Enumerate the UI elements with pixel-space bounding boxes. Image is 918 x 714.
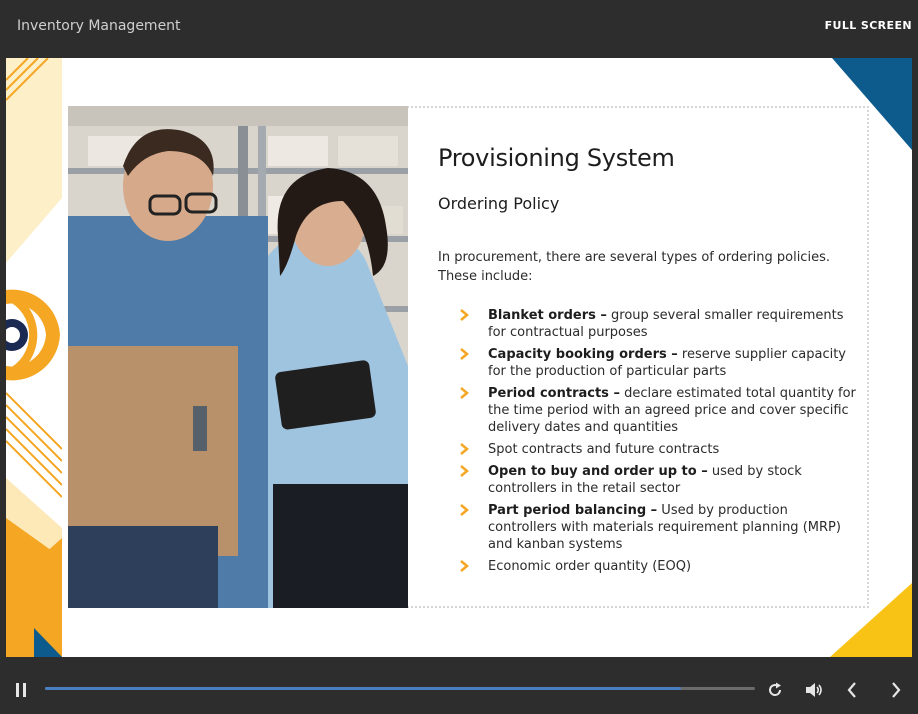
app-title: Inventory Management (17, 18, 181, 34)
progress-bar[interactable] (45, 687, 755, 690)
fullscreen-button[interactable]: FULL SCREEN (825, 19, 912, 32)
slide-subtitle: Ordering Policy (438, 194, 560, 213)
list-item: Capacity booking orders – reserve suppli… (438, 346, 858, 380)
list-item: Spot contracts and future contracts (438, 441, 858, 458)
volume-icon[interactable] (804, 681, 824, 699)
next-icon[interactable] (889, 681, 903, 699)
replay-icon[interactable] (766, 681, 784, 699)
chevron-right-icon (460, 465, 469, 477)
chevron-right-icon (460, 560, 469, 572)
chevron-right-icon (460, 504, 469, 516)
policy-list: Blanket orders – group several smaller r… (438, 307, 858, 575)
chevron-right-icon (460, 443, 469, 455)
pause-icon[interactable] (14, 682, 28, 698)
list-item: Open to buy and order up to – used by st… (438, 463, 858, 497)
warehouse-workers-photo (68, 106, 408, 608)
slide-title: Provisioning System (438, 144, 675, 172)
list-item: Period contracts – declare estimated tot… (438, 385, 858, 436)
chevron-right-icon (460, 309, 469, 321)
top-bar: Inventory Management FULL SCREEN (0, 0, 918, 57)
slide: Provisioning System Ordering Policy In p… (6, 58, 912, 657)
player-controls (0, 666, 918, 714)
list-item: Economic order quantity (EOQ) (438, 558, 858, 575)
chevron-right-icon (460, 387, 469, 399)
list-item: Part period balancing – Used by producti… (438, 502, 858, 553)
progress-fill (45, 687, 682, 690)
list-item: Blanket orders – group several smaller r… (438, 307, 858, 341)
left-decoration (6, 58, 62, 657)
previous-icon[interactable] (845, 681, 859, 699)
chevron-right-icon (460, 348, 469, 360)
slide-content: Provisioning System Ordering Policy In p… (438, 144, 858, 580)
intro-text: In procurement, there are several types … (438, 250, 830, 284)
